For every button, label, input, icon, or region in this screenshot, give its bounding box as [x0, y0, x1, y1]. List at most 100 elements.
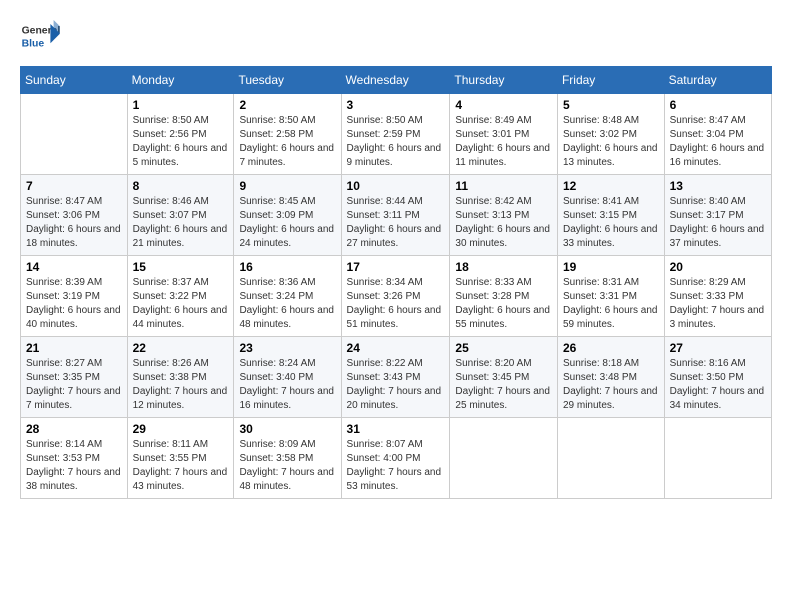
day-number: 25 — [455, 341, 552, 355]
calendar-cell: 8 Sunrise: 8:46 AMSunset: 3:07 PMDaylight… — [127, 175, 234, 256]
cell-info: Sunrise: 8:47 AMSunset: 3:04 PMDaylight:… — [670, 114, 766, 170]
calendar-cell: 10 Sunrise: 8:44 AMSunset: 3:11 PMDayligh… — [341, 175, 450, 256]
week-row-5: 28Sunrise: 8:14 AMSunset: 3:53 PMDayligh… — [21, 418, 772, 499]
weekday-header-saturday: Saturday — [664, 67, 771, 94]
day-number: 1 — [133, 98, 229, 112]
logo-icon: General Blue — [20, 16, 60, 56]
calendar-cell — [450, 418, 558, 499]
calendar-cell — [664, 418, 771, 499]
cell-info: Sunrise: 8:40 AMSunset: 3:17 PMDaylight:… — [670, 195, 766, 251]
cell-info: Sunrise: 8:20 AMSunset: 3:45 PMDaylight:… — [455, 357, 552, 413]
calendar-cell: 31Sunrise: 8:07 AMSunset: 4:00 PMDayligh… — [341, 418, 450, 499]
cell-info: Sunrise: 8:16 AMSunset: 3:50 PMDaylight:… — [670, 357, 766, 413]
cell-info: Sunrise: 8:50 AMSunset: 2:56 PMDaylight:… — [133, 114, 229, 170]
weekday-header-friday: Friday — [557, 67, 664, 94]
cell-info: Sunrise: 8:48 AMSunset: 3:02 PMDaylight:… — [563, 114, 659, 170]
week-row-4: 21Sunrise: 8:27 AMSunset: 3:35 PMDayligh… — [21, 337, 772, 418]
day-number: 10 — [347, 179, 445, 193]
day-number: 23 — [239, 341, 335, 355]
calendar-cell: 23 Sunrise: 8:24 AMSunset: 3:40 PMDayligh… — [234, 337, 341, 418]
weekday-header-tuesday: Tuesday — [234, 67, 341, 94]
day-number: 6 — [670, 98, 766, 112]
calendar-cell — [557, 418, 664, 499]
calendar-cell: 19 Sunrise: 8:31 AMSunset: 3:31 PMDayligh… — [557, 256, 664, 337]
cell-info: Sunrise: 8:31 AMSunset: 3:31 PMDaylight:… — [563, 276, 659, 332]
cell-info: Sunrise: 8:18 AMSunset: 3:48 PMDaylight:… — [563, 357, 659, 413]
weekday-header-sunday: Sunday — [21, 67, 128, 94]
cell-info: Sunrise: 8:45 AMSunset: 3:09 PMDaylight:… — [239, 195, 335, 251]
calendar-cell: 6 Sunrise: 8:47 AMSunset: 3:04 PMDaylight… — [664, 94, 771, 175]
header: General Blue — [20, 16, 772, 56]
day-number: 29 — [133, 422, 229, 436]
day-number: 27 — [670, 341, 766, 355]
calendar-cell: 21Sunrise: 8:27 AMSunset: 3:35 PMDayligh… — [21, 337, 128, 418]
calendar-cell: 12 Sunrise: 8:41 AMSunset: 3:15 PMDayligh… — [557, 175, 664, 256]
cell-info: Sunrise: 8:50 AMSunset: 2:59 PMDaylight:… — [347, 114, 445, 170]
cell-info: Sunrise: 8:41 AMSunset: 3:15 PMDaylight:… — [563, 195, 659, 251]
calendar-cell: 27 Sunrise: 8:16 AMSunset: 3:50 PMDayligh… — [664, 337, 771, 418]
calendar-cell: 29 Sunrise: 8:11 AMSunset: 3:55 PMDayligh… — [127, 418, 234, 499]
day-number: 15 — [133, 260, 229, 274]
cell-info: Sunrise: 8:27 AMSunset: 3:35 PMDaylight:… — [26, 357, 122, 413]
day-number: 9 — [239, 179, 335, 193]
day-number: 2 — [239, 98, 335, 112]
cell-info: Sunrise: 8:34 AMSunset: 3:26 PMDaylight:… — [347, 276, 445, 332]
day-number: 8 — [133, 179, 229, 193]
cell-info: Sunrise: 8:39 AMSunset: 3:19 PMDaylight:… — [26, 276, 122, 332]
cell-info: Sunrise: 8:46 AMSunset: 3:07 PMDaylight:… — [133, 195, 229, 251]
cell-info: Sunrise: 8:44 AMSunset: 3:11 PMDaylight:… — [347, 195, 445, 251]
cell-info: Sunrise: 8:24 AMSunset: 3:40 PMDaylight:… — [239, 357, 335, 413]
cell-info: Sunrise: 8:29 AMSunset: 3:33 PMDaylight:… — [670, 276, 766, 332]
calendar-cell: 18 Sunrise: 8:33 AMSunset: 3:28 PMDayligh… — [450, 256, 558, 337]
cell-info: Sunrise: 8:36 AMSunset: 3:24 PMDaylight:… — [239, 276, 335, 332]
calendar-cell: 13Sunrise: 8:40 AMSunset: 3:17 PMDayligh… — [664, 175, 771, 256]
day-number: 12 — [563, 179, 659, 193]
cell-info: Sunrise: 8:50 AMSunset: 2:58 PMDaylight:… — [239, 114, 335, 170]
calendar-cell: 26 Sunrise: 8:18 AMSunset: 3:48 PMDayligh… — [557, 337, 664, 418]
cell-info: Sunrise: 8:26 AMSunset: 3:38 PMDaylight:… — [133, 357, 229, 413]
cell-info: Sunrise: 8:33 AMSunset: 3:28 PMDaylight:… — [455, 276, 552, 332]
calendar-cell: 3 Sunrise: 8:50 AMSunset: 2:59 PMDaylight… — [341, 94, 450, 175]
calendar-cell: 30 Sunrise: 8:09 AMSunset: 3:58 PMDayligh… — [234, 418, 341, 499]
calendar-cell: 14 Sunrise: 8:39 AMSunset: 3:19 PMDayligh… — [21, 256, 128, 337]
weekday-header-thursday: Thursday — [450, 67, 558, 94]
calendar-cell: 16 Sunrise: 8:36 AMSunset: 3:24 PMDayligh… — [234, 256, 341, 337]
day-number: 3 — [347, 98, 445, 112]
week-row-3: 14 Sunrise: 8:39 AMSunset: 3:19 PMDayligh… — [21, 256, 772, 337]
weekday-header-row: SundayMondayTuesdayWednesdayThursdayFrid… — [21, 67, 772, 94]
calendar-cell: 2 Sunrise: 8:50 AMSunset: 2:58 PMDaylight… — [234, 94, 341, 175]
calendar-cell: 11Sunrise: 8:42 AMSunset: 3:13 PMDayligh… — [450, 175, 558, 256]
calendar-cell: 25 Sunrise: 8:20 AMSunset: 3:45 PMDayligh… — [450, 337, 558, 418]
calendar-cell: 22 Sunrise: 8:26 AMSunset: 3:38 PMDayligh… — [127, 337, 234, 418]
day-number: 18 — [455, 260, 552, 274]
cell-info: Sunrise: 8:49 AMSunset: 3:01 PMDaylight:… — [455, 114, 552, 170]
day-number: 24 — [347, 341, 445, 355]
weekday-header-wednesday: Wednesday — [341, 67, 450, 94]
cell-info: Sunrise: 8:22 AMSunset: 3:43 PMDaylight:… — [347, 357, 445, 413]
day-number: 26 — [563, 341, 659, 355]
day-number: 28 — [26, 422, 122, 436]
calendar-cell: 24 Sunrise: 8:22 AMSunset: 3:43 PMDayligh… — [341, 337, 450, 418]
calendar-cell: 28Sunrise: 8:14 AMSunset: 3:53 PMDayligh… — [21, 418, 128, 499]
cell-info: Sunrise: 8:11 AMSunset: 3:55 PMDaylight:… — [133, 438, 229, 494]
svg-text:Blue: Blue — [22, 38, 45, 49]
week-row-2: 7 Sunrise: 8:47 AMSunset: 3:06 PMDaylight… — [21, 175, 772, 256]
day-number: 19 — [563, 260, 659, 274]
day-number: 31 — [347, 422, 445, 436]
cell-info: Sunrise: 8:47 AMSunset: 3:06 PMDaylight:… — [26, 195, 122, 251]
cell-info: Sunrise: 8:37 AMSunset: 3:22 PMDaylight:… — [133, 276, 229, 332]
day-number: 20 — [670, 260, 766, 274]
day-number: 7 — [26, 179, 122, 193]
weekday-header-monday: Monday — [127, 67, 234, 94]
calendar-cell: 1 Sunrise: 8:50 AMSunset: 2:56 PMDaylight… — [127, 94, 234, 175]
day-number: 17 — [347, 260, 445, 274]
day-number: 22 — [133, 341, 229, 355]
page: General Blue SundayMondayTuesdayWednesda… — [0, 0, 792, 509]
calendar-cell: 4Sunrise: 8:49 AMSunset: 3:01 PMDaylight… — [450, 94, 558, 175]
cell-info: Sunrise: 8:09 AMSunset: 3:58 PMDaylight:… — [239, 438, 335, 494]
day-number: 14 — [26, 260, 122, 274]
logo: General Blue — [20, 16, 64, 56]
day-number: 30 — [239, 422, 335, 436]
day-number: 16 — [239, 260, 335, 274]
day-number: 11 — [455, 179, 552, 193]
